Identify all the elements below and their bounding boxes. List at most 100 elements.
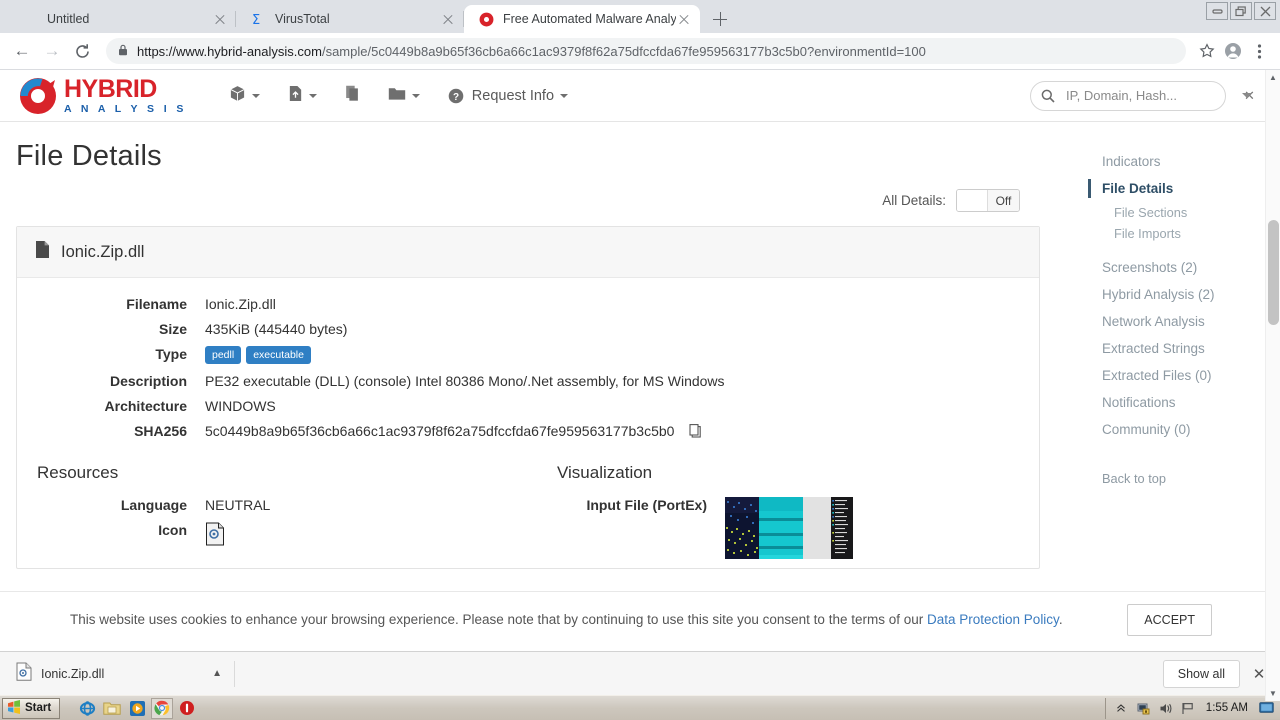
- nav-item-request-info[interactable]: ? Request Info: [434, 70, 582, 122]
- show-all-downloads-button[interactable]: Show all: [1162, 659, 1240, 688]
- browser-window: Untitled Σ VirusTotal Free Automated Mal…: [0, 0, 1280, 720]
- sidebar-item-hybrid-analysis[interactable]: Hybrid Analysis (2): [1088, 281, 1268, 308]
- forward-arrow-icon[interactable]: →: [38, 37, 66, 65]
- resources-title: Resources: [37, 463, 119, 483]
- visualization-title: Visualization: [557, 463, 653, 483]
- type-badge-executable[interactable]: executable: [246, 346, 311, 365]
- scroll-up-arrow-icon[interactable]: ▲: [1266, 70, 1280, 85]
- windows-flag-icon: [7, 699, 21, 717]
- window-controls: [1206, 2, 1276, 20]
- hybrid-analysis-icon: [478, 11, 494, 27]
- hybrid-analysis-logo-icon: [16, 76, 60, 116]
- portex-visualization[interactable]: [725, 497, 853, 560]
- chevron-down-icon: [308, 93, 317, 98]
- cube-icon: [229, 85, 246, 106]
- resource-icon-thumbnail: [205, 522, 225, 549]
- copy-files-icon: [345, 85, 360, 106]
- star-icon[interactable]: [1194, 38, 1220, 64]
- minimize-button[interactable]: [1206, 2, 1228, 20]
- clock-time[interactable]: 1:55 AM: [1206, 702, 1248, 714]
- volume-icon[interactable]: [1159, 702, 1174, 715]
- reload-icon[interactable]: [68, 37, 96, 65]
- chevron-down-icon: [411, 93, 420, 98]
- detail-value-hash: 5c0449b8a9b65f36cb6a66c1ac9379f8f62a75df…: [205, 423, 702, 441]
- copy-icon[interactable]: [689, 424, 702, 441]
- tab-close-icon[interactable]: [676, 11, 692, 27]
- stop-record-icon[interactable]: [176, 698, 198, 719]
- sidebar-item-indicators[interactable]: Indicators: [1088, 148, 1268, 175]
- nav-item-label: Request Info: [471, 87, 555, 104]
- new-tab-button[interactable]: [706, 5, 734, 33]
- download-item[interactable]: Ionic.Zip.dll ▲: [8, 658, 230, 690]
- scrollbar-thumb[interactable]: [1268, 220, 1279, 325]
- header-chevron-down-icon[interactable]: [1242, 93, 1252, 98]
- sidebar-item-notifications[interactable]: Notifications: [1088, 389, 1268, 416]
- logo-secondary-text: A N A L Y S I S: [64, 102, 187, 115]
- flag-icon[interactable]: [1181, 702, 1195, 715]
- all-details-toggle[interactable]: Off: [956, 189, 1020, 212]
- nav-item-folder[interactable]: [374, 70, 434, 122]
- detail-value: WINDOWS: [205, 398, 276, 415]
- start-button[interactable]: Start: [2, 697, 61, 719]
- search-box[interactable]: ✕: [1030, 80, 1255, 111]
- resource-value: NEUTRAL: [205, 497, 271, 514]
- sidebar-item-community[interactable]: Community (0): [1088, 416, 1268, 443]
- profile-avatar-icon[interactable]: [1220, 38, 1246, 64]
- file-explorer-icon[interactable]: [101, 698, 123, 719]
- detail-row-type: Type pedll executable: [35, 346, 1021, 365]
- page-content: HYBRID A N A L Y S I S ? Request Info IP…: [0, 70, 1268, 570]
- visualization-key: Input File (PortEx): [586, 497, 707, 514]
- restore-button[interactable]: [1230, 2, 1252, 20]
- quick-launch-bar: [76, 697, 198, 719]
- browser-tab-virustotal[interactable]: Σ VirusTotal: [236, 5, 464, 33]
- sidebar-item-file-details[interactable]: File Details: [1088, 175, 1268, 202]
- scroll-down-arrow-icon[interactable]: ▼: [1266, 686, 1280, 701]
- tab-close-icon[interactable]: [440, 11, 456, 27]
- tab-favicon-blank: [22, 11, 38, 27]
- nav-item-samples[interactable]: [215, 70, 274, 122]
- data-protection-policy-link[interactable]: Data Protection Policy: [927, 612, 1059, 627]
- site-logo[interactable]: HYBRID A N A L Y S I S: [16, 76, 187, 116]
- network-icon[interactable]: [1137, 702, 1152, 715]
- sidebar-item-extracted-strings[interactable]: Extracted Strings: [1088, 335, 1268, 362]
- system-tray: 1:55 AM: [1104, 697, 1280, 719]
- site-search-area: ✕: [1030, 80, 1255, 111]
- internet-explorer-icon[interactable]: [76, 698, 98, 719]
- search-input[interactable]: [1064, 87, 1244, 104]
- sidebar-item-file-sections[interactable]: File Sections: [1088, 202, 1268, 223]
- tray-expand-chevron-icon[interactable]: [1112, 698, 1130, 719]
- browser-tab-hybrid-analysis[interactable]: Free Automated Malware Analysis S: [464, 5, 700, 33]
- page-scrollbar[interactable]: ▲ ▼: [1265, 70, 1280, 701]
- sidebar-item-screenshots[interactable]: Screenshots (2): [1088, 254, 1268, 281]
- shelf-divider: [234, 660, 235, 687]
- resource-row-language: Language NEUTRAL: [35, 497, 555, 513]
- close-button[interactable]: [1254, 2, 1276, 20]
- lock-icon: [118, 44, 128, 59]
- tab-close-icon[interactable]: [212, 11, 228, 27]
- chrome-icon[interactable]: [151, 697, 174, 719]
- right-side-nav: Indicators File Details File Sections Fi…: [1060, 122, 1268, 569]
- detail-key: Architecture: [104, 398, 187, 415]
- browser-tab-untitled[interactable]: Untitled: [8, 5, 236, 33]
- nav-item-reports[interactable]: [331, 70, 374, 122]
- browser-toolbar: ← → https://www.hybrid-analysis.com/samp…: [0, 33, 1280, 70]
- display-icon[interactable]: [1259, 702, 1274, 714]
- nav-item-submit[interactable]: [274, 70, 331, 122]
- sidebar-item-network-analysis[interactable]: Network Analysis: [1088, 308, 1268, 335]
- sidebar-item-file-imports[interactable]: File Imports: [1088, 223, 1268, 244]
- page-body: File Details All Details: Off Ionic.Zip.…: [0, 122, 1268, 570]
- accept-cookies-button[interactable]: ACCEPT: [1127, 603, 1212, 636]
- type-badge-pedll[interactable]: pedll: [205, 346, 242, 365]
- chevron-up-icon[interactable]: ▲: [212, 668, 222, 679]
- back-to-top-link[interactable]: Back to top: [1088, 471, 1268, 486]
- tab-title: Free Automated Malware Analysis S: [503, 12, 676, 26]
- media-player-icon[interactable]: [126, 698, 148, 719]
- resources-visualization-row: Resources Language NEUTRAL Icon Visualiz…: [35, 463, 1021, 568]
- address-bar[interactable]: https://www.hybrid-analysis.com/sample/5…: [106, 38, 1186, 64]
- detail-row-description: Description PE32 executable (DLL) (conso…: [35, 373, 1021, 389]
- three-dot-menu-icon[interactable]: [1246, 38, 1272, 64]
- sidebar-item-extracted-files[interactable]: Extracted Files (0): [1088, 362, 1268, 389]
- file-upload-icon: [288, 85, 303, 106]
- back-arrow-icon[interactable]: ←: [8, 37, 36, 65]
